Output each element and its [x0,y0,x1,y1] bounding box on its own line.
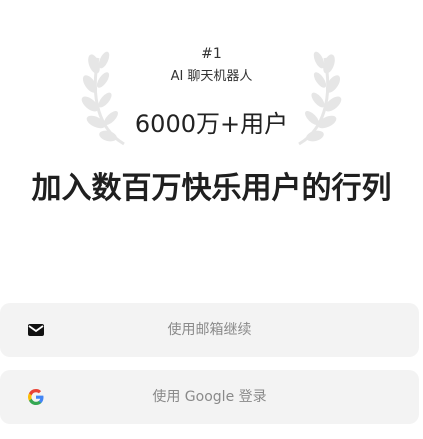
award-badge: #1 AI 聊天机器人 6000万+用户 [0,36,423,146]
email-button-label: 使用邮箱继续 [167,322,252,338]
page-headline: 加入数百万快乐用户的行列 [31,171,392,206]
google-login-button[interactable]: 使用 Google 登录 [0,370,419,424]
user-count: 6000万+用户 [134,110,289,138]
close-icon[interactable]: ⌃⌃ [393,0,413,8]
google-button-label: 使用 Google 登录 [152,389,267,405]
award-subtitle: AI 聊天机器人 [170,69,253,84]
continue-with-email-button[interactable]: 使用邮箱继续 [0,303,419,357]
award-rank: #1 [201,46,222,62]
